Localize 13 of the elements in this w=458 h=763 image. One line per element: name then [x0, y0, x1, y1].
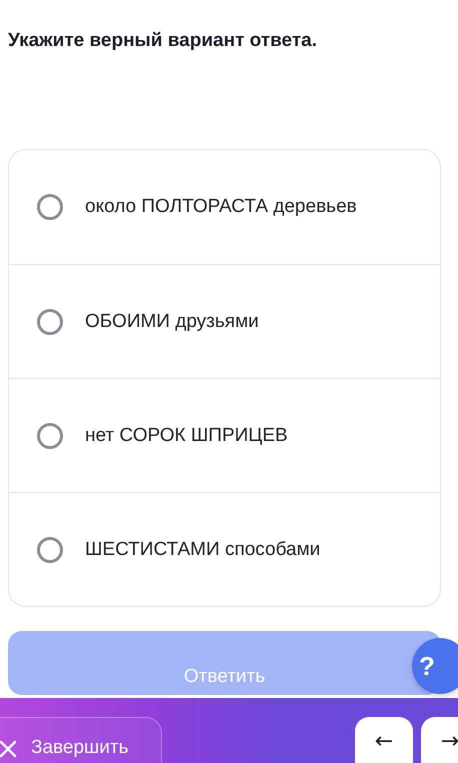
finish-button[interactable]: Завершить [0, 717, 162, 763]
radio-button[interactable] [37, 308, 63, 334]
option-label[interactable]: ШЕСТИСТАМИ способами [85, 538, 320, 560]
radio-button[interactable] [37, 536, 63, 562]
radio-button[interactable] [37, 422, 63, 448]
option-label[interactable]: около ПОЛТОРАСТА деревьев [85, 196, 357, 218]
question-text: Укажите верный вариант ответа. [7, 29, 318, 53]
radio-button[interactable] [37, 194, 63, 220]
next-button[interactable]: → [421, 717, 458, 763]
previous-button[interactable]: ← [355, 717, 413, 763]
close-icon [0, 740, 17, 758]
option-label[interactable]: ОБОИМИ друзьями [85, 310, 259, 332]
option-label[interactable]: нет СОРОК ШПРИЦЕВ [85, 424, 288, 446]
